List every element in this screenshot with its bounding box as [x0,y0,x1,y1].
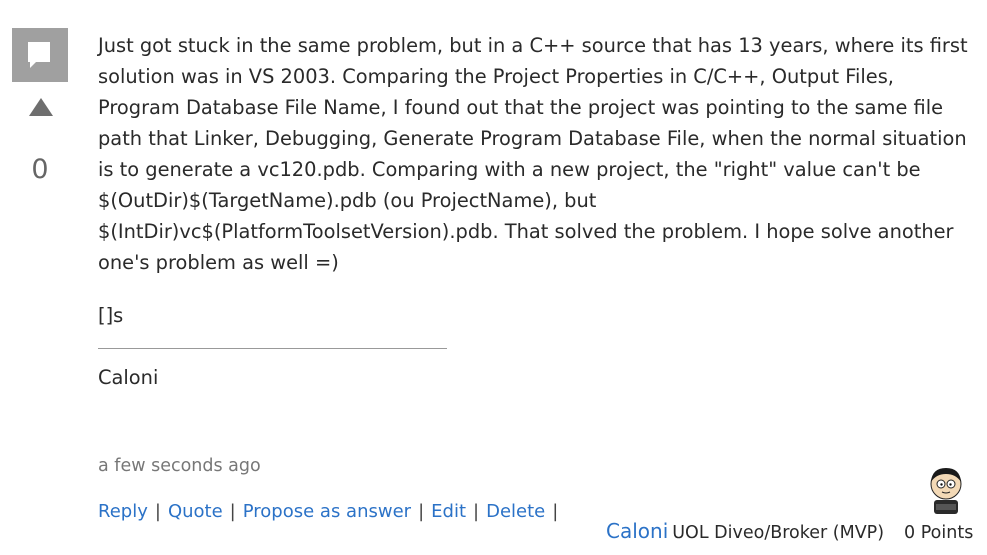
propose-answer-link[interactable]: Propose as answer [243,501,411,522]
vote-count: 0 [31,154,49,185]
action-separator: | [229,501,236,522]
action-separator: | [473,501,480,522]
avatar-cartoon-icon [930,468,962,514]
signature-text: Caloni [98,366,159,389]
action-separator: | [552,501,559,522]
edit-link[interactable]: Edit [431,501,466,522]
author-avatar[interactable] [922,462,970,516]
vote-column: 0 [12,28,68,185]
post-actions: Reply | Quote | Propose as answer | Edit | Delet… [98,498,565,526]
quote-link[interactable]: Quote [168,501,223,522]
post-text: Just got stuck in the same problem, but … [98,34,968,274]
author-points: 0 Points [904,523,974,543]
post-timestamp: a few seconds ago [98,456,261,476]
delete-link[interactable]: Delete [486,501,545,522]
post-signoff: []s [98,304,124,327]
author-affiliation: UOL Diveo/Broker (MVP) [672,523,885,543]
reply-bubble-icon [12,28,68,82]
upvote-arrow-icon[interactable] [29,98,53,116]
post-body: Just got stuck in the same problem, but … [98,30,973,331]
author-name-link[interactable]: Caloni [606,519,668,543]
action-separator: | [418,501,425,522]
action-separator: | [154,501,161,522]
author-info: Caloni UOL Diveo/Broker (MVP) 0 Points [606,519,973,543]
reply-link[interactable]: Reply [98,501,148,522]
signature-divider [98,348,447,349]
